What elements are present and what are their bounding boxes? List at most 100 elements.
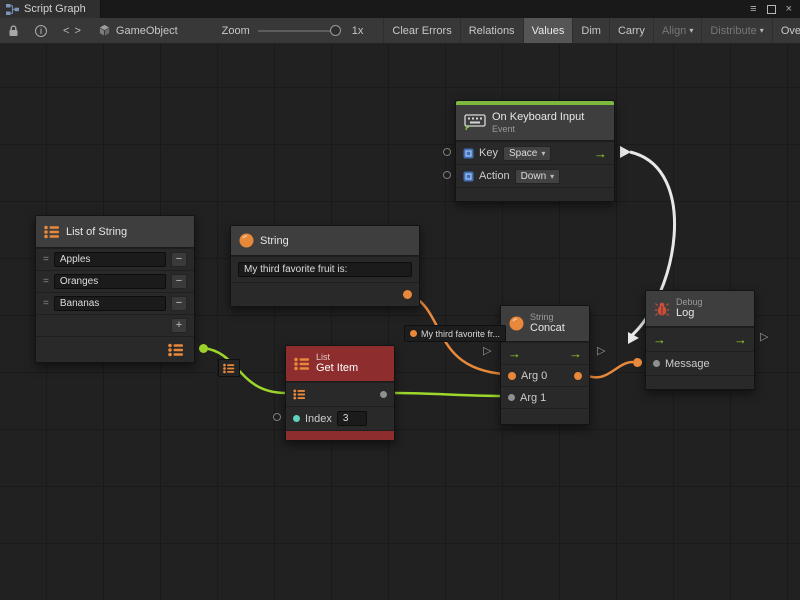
key-value: Space xyxy=(509,148,537,159)
add-item-button[interactable]: + xyxy=(171,318,187,333)
list-icon xyxy=(223,363,235,374)
error-bar xyxy=(286,430,394,440)
node-header[interactable]: Debug Log xyxy=(646,291,754,327)
window-menu-icon[interactable]: ≡ xyxy=(750,3,756,15)
carry-button[interactable]: Carry xyxy=(609,18,653,43)
concat-flow-in-triangle[interactable]: ▷ xyxy=(483,346,491,357)
maximize-icon[interactable] xyxy=(767,5,776,14)
node-list-of-string[interactable]: List of String = Apples − = Oranges − = … xyxy=(35,215,195,363)
script-graph-window: Script Graph ≡ × i < > xyxy=(0,0,800,600)
flow-out-port[interactable]: → xyxy=(734,333,747,346)
drag-handle-icon[interactable]: = xyxy=(43,276,49,287)
node-title: String xyxy=(260,235,289,247)
relations-label: Relations xyxy=(469,25,515,37)
list-output-row xyxy=(36,336,194,362)
list-item-field[interactable]: Bananas xyxy=(54,296,166,311)
node-footer xyxy=(646,375,754,389)
gameobject-field[interactable]: GameObject xyxy=(90,18,186,43)
message-row: Message xyxy=(646,351,754,375)
key-icon xyxy=(463,171,474,182)
zoom-slider-knob[interactable] xyxy=(330,25,341,36)
value-dot-icon xyxy=(410,330,417,337)
clear-errors-button[interactable]: Clear Errors xyxy=(383,18,459,43)
arg1-label: Arg 1 xyxy=(520,392,546,404)
info-icon: i xyxy=(35,25,47,37)
node-header[interactable]: List Get Item xyxy=(286,346,394,382)
node-header[interactable]: String xyxy=(231,226,419,256)
node-header[interactable]: List of String xyxy=(36,216,194,248)
remove-item-button[interactable]: − xyxy=(171,252,187,267)
getitem-index-port[interactable] xyxy=(273,413,281,421)
list-out-port[interactable] xyxy=(199,344,208,353)
node-header[interactable]: String Concat xyxy=(501,306,589,342)
keyboard-action-port[interactable] xyxy=(443,171,451,179)
bug-icon xyxy=(654,301,670,317)
carry-label: Carry xyxy=(618,25,645,37)
list-icon[interactable] xyxy=(293,389,306,400)
keyboard-icon xyxy=(464,114,486,131)
list-icon xyxy=(168,343,184,357)
key-row: Key Space ▾ → xyxy=(456,141,614,164)
action-label: Action xyxy=(479,170,510,182)
node-header[interactable]: On Keyboard Input Event xyxy=(456,105,614,141)
flow-in-port[interactable]: → xyxy=(508,347,521,360)
chevron-down-icon: ▾ xyxy=(760,26,764,35)
node-get-item[interactable]: List Get Item Index 3 xyxy=(285,345,395,441)
item-out-port[interactable] xyxy=(380,391,387,398)
list-item-field[interactable]: Apples xyxy=(54,252,166,267)
node-subtitle: Event xyxy=(492,124,584,134)
key-icon xyxy=(463,148,474,159)
concat-flow-out-triangle[interactable]: ▷ xyxy=(597,346,605,357)
align-button[interactable]: Align ▾ xyxy=(653,18,701,43)
node-on-keyboard-input[interactable]: On Keyboard Input Event Key Space ▾ → xyxy=(455,100,615,202)
tab-script-graph[interactable]: Script Graph xyxy=(0,0,101,18)
index-field[interactable]: 3 xyxy=(337,411,367,426)
dim-button[interactable]: Dim xyxy=(572,18,609,43)
flow-out-port[interactable]: → xyxy=(594,147,607,160)
string-out-port[interactable] xyxy=(403,290,412,299)
result-out-port[interactable] xyxy=(574,372,582,380)
remove-item-button[interactable]: − xyxy=(171,296,187,311)
lock-button[interactable] xyxy=(0,18,27,43)
key-dropdown[interactable]: Space ▾ xyxy=(503,146,551,161)
node-log[interactable]: Debug Log → → Message xyxy=(645,290,755,390)
close-icon[interactable]: × xyxy=(786,3,792,15)
arg0-in-port[interactable] xyxy=(508,372,516,380)
flow-row: → → xyxy=(501,342,589,364)
arg1-in-port[interactable] xyxy=(508,394,515,401)
zoom-slider[interactable] xyxy=(258,30,336,32)
relations-button[interactable]: Relations xyxy=(460,18,523,43)
message-in-port[interactable] xyxy=(653,360,660,367)
node-footer xyxy=(501,408,589,424)
list-icon xyxy=(44,225,60,239)
distribute-label: Distribute xyxy=(710,25,756,37)
string-icon xyxy=(509,316,524,331)
drag-handle-icon[interactable]: = xyxy=(43,254,49,265)
window-controls: ≡ × xyxy=(750,0,800,18)
action-dropdown[interactable]: Down ▾ xyxy=(515,169,561,184)
list-item-field[interactable]: Oranges xyxy=(54,274,166,289)
log-flow-out-triangle[interactable]: ▷ xyxy=(760,332,768,343)
dim-label: Dim xyxy=(581,25,601,37)
drag-handle-icon[interactable]: = xyxy=(43,298,49,309)
graph-canvas[interactable]: On Keyboard Input Event Key Space ▾ → xyxy=(0,44,800,600)
log-message-wire-port[interactable] xyxy=(633,358,642,367)
edit-graph-button[interactable]: < > xyxy=(55,18,90,43)
flow-in-port[interactable]: → xyxy=(653,333,666,346)
values-button[interactable]: Values xyxy=(523,18,573,43)
node-title: Get Item xyxy=(316,362,358,375)
keyboard-key-port[interactable] xyxy=(443,148,451,156)
overview-button[interactable]: Overv xyxy=(772,18,800,43)
index-in-port[interactable] xyxy=(293,415,300,422)
node-concat[interactable]: String Concat → → Arg 0 Arg 1 xyxy=(500,305,590,425)
node-category: Debug xyxy=(676,297,703,307)
code-icon: < > xyxy=(63,25,82,37)
node-string-literal[interactable]: String My third favorite fruit is: xyxy=(230,225,420,307)
key-label: Key xyxy=(479,147,498,159)
info-button[interactable]: i xyxy=(27,18,55,43)
distribute-button[interactable]: Distribute ▾ xyxy=(701,18,771,43)
flow-out-port[interactable]: → xyxy=(569,347,582,360)
string-value-field[interactable]: My third favorite fruit is: xyxy=(238,262,412,277)
wire-concat-to-log xyxy=(583,362,633,377)
remove-item-button[interactable]: − xyxy=(171,274,187,289)
